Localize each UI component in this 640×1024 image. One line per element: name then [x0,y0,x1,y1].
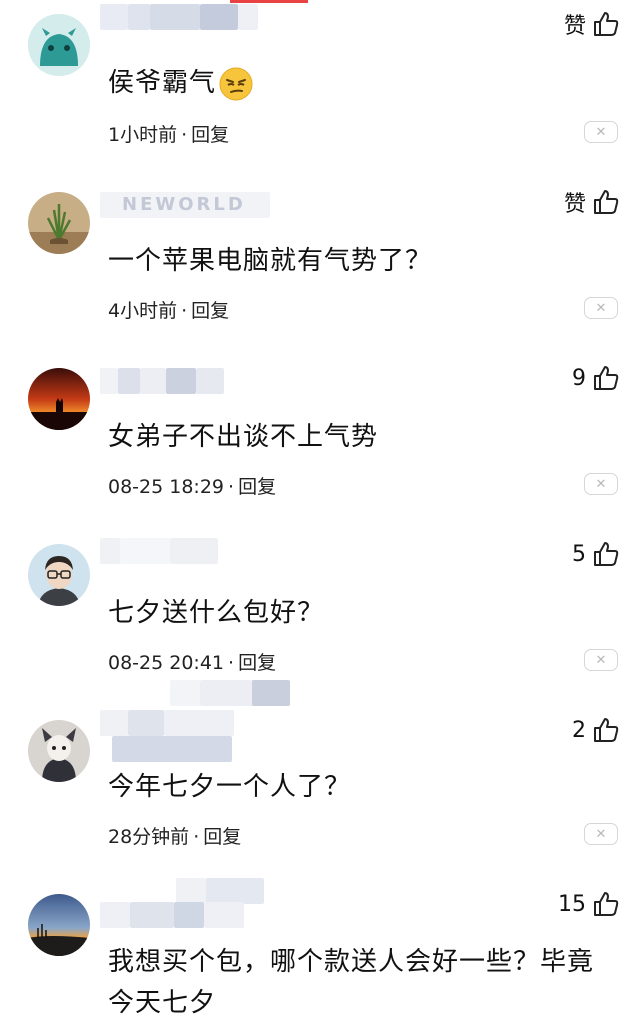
like-count: 2 [572,717,586,743]
comment-text: 女弟子不出谈不上气势 [108,422,379,452]
comment-text: 我想买个包，哪个款送人会好一些？毕竟今天七夕 [108,947,595,1018]
meta-separator: · [181,124,188,146]
comment-meta: 1小时前 · 回复 [108,120,229,147]
username-blurred [100,4,270,30]
reply-link[interactable]: 回复 [203,826,241,848]
reply-link[interactable]: 回复 [191,300,229,322]
thumbs-up-icon [592,10,620,38]
meta-separator: · [193,826,200,848]
close-icon[interactable]: ✕ [584,823,618,845]
username-blurred [100,878,300,904]
username-blurred [100,368,280,394]
comment-item: 15 我想买个包，哪个款送人会好一些？毕竟今天七夕 [0,878,640,1018]
username-blurred: NEWORLD [100,192,280,218]
meta-separator: · [181,300,188,322]
close-icon[interactable]: ✕ [584,649,618,671]
thumbs-up-icon [592,364,620,392]
sunset-silhouette-avatar[interactable] [28,368,90,430]
comment-time: 4小时前 [108,300,178,322]
plant-photo-avatar[interactable] [28,192,90,254]
comment-item: 2 今年七夕一个人了？ 28分钟前 · 回复 ✕ [0,680,640,880]
close-icon[interactable]: ✕ [584,297,618,319]
like-count: 赞 [563,192,586,217]
thumbs-up-icon [592,890,620,918]
comment-text: 侯爷霸气 [108,64,618,102]
like-button[interactable]: 15 [558,888,620,920]
landscape-sunset-avatar[interactable] [28,894,90,956]
username-blurred [100,538,280,564]
username-blurred [100,736,300,762]
cartoon-character-avatar[interactable] [28,720,90,782]
like-button[interactable]: 5 [572,538,620,570]
reply-link[interactable]: 回复 [238,652,276,674]
smirking-face-emoji [218,66,254,102]
glasses-man-avatar[interactable] [28,544,90,606]
like-count: 9 [572,365,586,391]
meta-separator: · [228,652,235,674]
comment-time: 28分钟前 [108,826,190,848]
username-watermark: NEWORLD [122,194,246,215]
teal-monster-avatar[interactable] [28,14,90,76]
like-count: 5 [572,541,586,567]
like-count: 15 [558,891,586,917]
like-count: 赞 [563,14,586,39]
reply-link[interactable]: 回复 [238,476,276,498]
thumbs-up-icon [592,188,620,216]
username-blurred [100,710,300,736]
reply-link[interactable]: 回复 [191,124,229,146]
comment-meta: 08-25 18:29 · 回复 [108,472,276,499]
comment-text: 今年七夕一个人了？ [108,772,352,802]
meta-separator: · [228,476,235,498]
like-button[interactable]: 赞 [564,8,620,40]
thumbs-up-icon [592,540,620,568]
like-button[interactable]: 2 [572,714,620,746]
comment-item: NEWORLD 赞 一个苹果电脑就有气势了？ 4小时前 · 回复 ✕ [0,176,640,352]
like-button[interactable]: 9 [572,362,620,394]
comment-text: 一个苹果电脑就有气势了？ [108,246,433,276]
username-blurred [100,902,300,928]
comment-time: 1小时前 [108,124,178,146]
comment-item: 5 七夕送什么包好？ 08-25 20:41 · 回复 ✕ [0,528,640,704]
comment-item: 赞 侯爷霸气 1小时前 · 回复 ✕ [0,0,640,176]
comment-time: 08-25 20:41 [108,652,225,674]
comment-item: 9 女弟子不出谈不上气势 08-25 18:29 · 回复 ✕ [0,352,640,528]
thumbs-up-icon [592,716,620,744]
comment-text: 七夕送什么包好？ [108,598,325,628]
username-blurred [100,680,300,706]
comment-meta: 28分钟前 · 回复 [108,822,241,849]
comment-meta: 4小时前 · 回复 [108,296,229,323]
comment-time: 08-25 18:29 [108,476,225,498]
comment-meta: 08-25 20:41 · 回复 [108,648,276,675]
close-icon[interactable]: ✕ [584,473,618,495]
like-button[interactable]: 赞 [564,186,620,218]
close-icon[interactable]: ✕ [584,121,618,143]
